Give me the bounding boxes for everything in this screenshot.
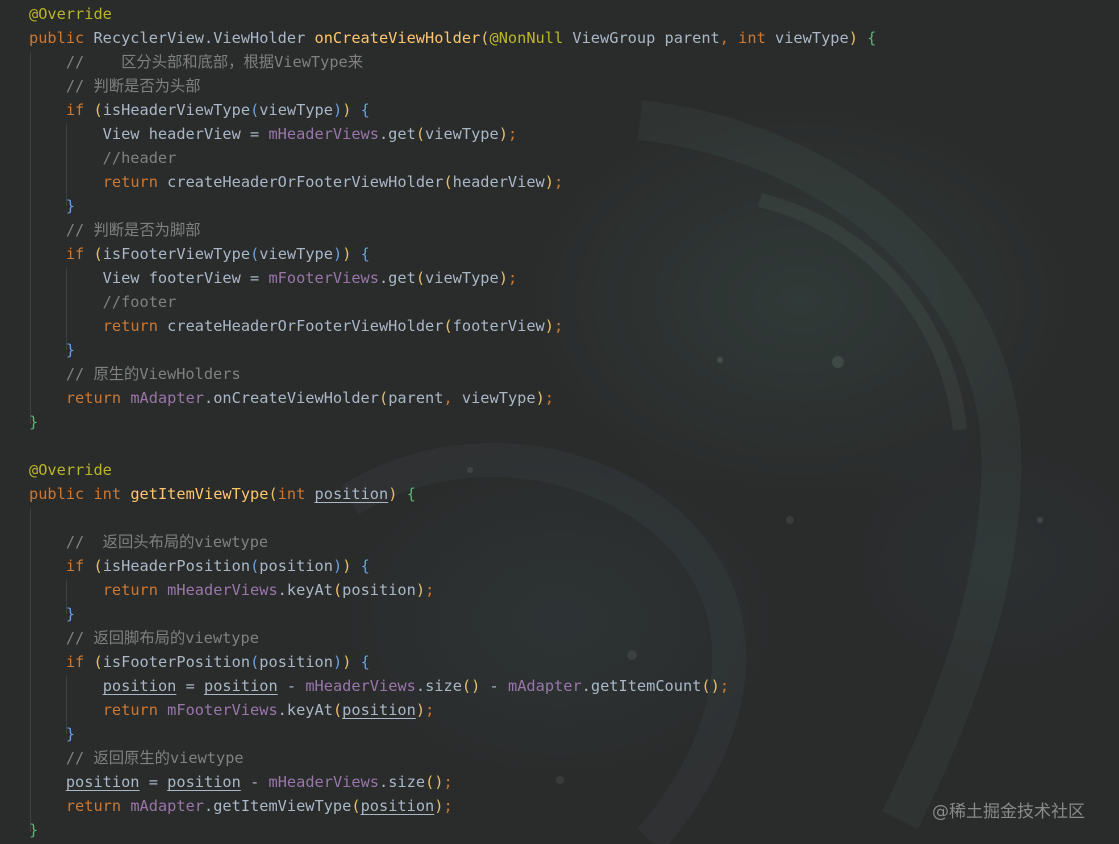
code-line[interactable]: public int getItemViewType(int position)… — [29, 482, 416, 506]
code-line[interactable]: // 判断是否为头部 — [29, 74, 201, 98]
code-line[interactable]: //footer — [29, 290, 177, 314]
code-line[interactable]: return createHeaderOrFooterViewHolder(fo… — [29, 314, 564, 338]
watermark-text: @稀土掘金技术社区 — [932, 802, 1085, 822]
code-line[interactable]: //header — [29, 146, 177, 170]
code-line[interactable]: position = position - mHeaderViews.size(… — [29, 770, 453, 794]
code-line[interactable]: return createHeaderOrFooterViewHolder(he… — [29, 170, 564, 194]
code-line[interactable]: // 判断是否为脚部 — [29, 218, 201, 242]
code-line[interactable]: } — [29, 818, 38, 842]
code-line[interactable]: // 返回原生的viewtype — [29, 746, 244, 770]
code-line[interactable]: // 区分头部和底部，根据ViewType来 — [29, 50, 363, 74]
code-line[interactable]: } — [29, 602, 75, 626]
code-line[interactable]: if (isHeaderPosition(position)) { — [29, 554, 370, 578]
code-line[interactable]: @Override — [29, 2, 112, 26]
code-line[interactable]: if (isFooterPosition(position)) { — [29, 650, 370, 674]
code-line[interactable]: public RecyclerView.ViewHolder onCreateV… — [29, 26, 876, 50]
code-line[interactable]: } — [29, 722, 75, 746]
code-line[interactable]: // 返回脚布局的viewtype — [29, 626, 259, 650]
code-line[interactable]: } — [29, 194, 75, 218]
code-line[interactable]: if (isHeaderViewType(viewType)) { — [29, 98, 370, 122]
code-line[interactable]: View footerView = mFooterViews.get(viewT… — [29, 266, 517, 290]
code-line[interactable]: return mHeaderViews.keyAt(position); — [29, 578, 435, 602]
code-editor[interactable]: @Override public RecyclerView.ViewHolder… — [0, 0, 1119, 844]
code-line[interactable]: return mAdapter.getItemViewType(position… — [29, 794, 453, 818]
code-line[interactable]: @Override — [29, 458, 112, 482]
code-line[interactable]: // 原生的ViewHolders — [29, 362, 241, 386]
code-line[interactable]: return mFooterViews.keyAt(position); — [29, 698, 435, 722]
code-line[interactable]: if (isFooterViewType(viewType)) { — [29, 242, 370, 266]
code-line[interactable]: View headerView = mHeaderViews.get(viewT… — [29, 122, 517, 146]
code-line[interactable]: return mAdapter.onCreateViewHolder(paren… — [29, 386, 554, 410]
code-line[interactable]: } — [29, 338, 75, 362]
code-line[interactable]: position = position - mHeaderViews.size(… — [29, 674, 729, 698]
code-line[interactable]: // 返回头布局的viewtype — [29, 530, 268, 554]
code-line[interactable]: } — [29, 410, 38, 434]
